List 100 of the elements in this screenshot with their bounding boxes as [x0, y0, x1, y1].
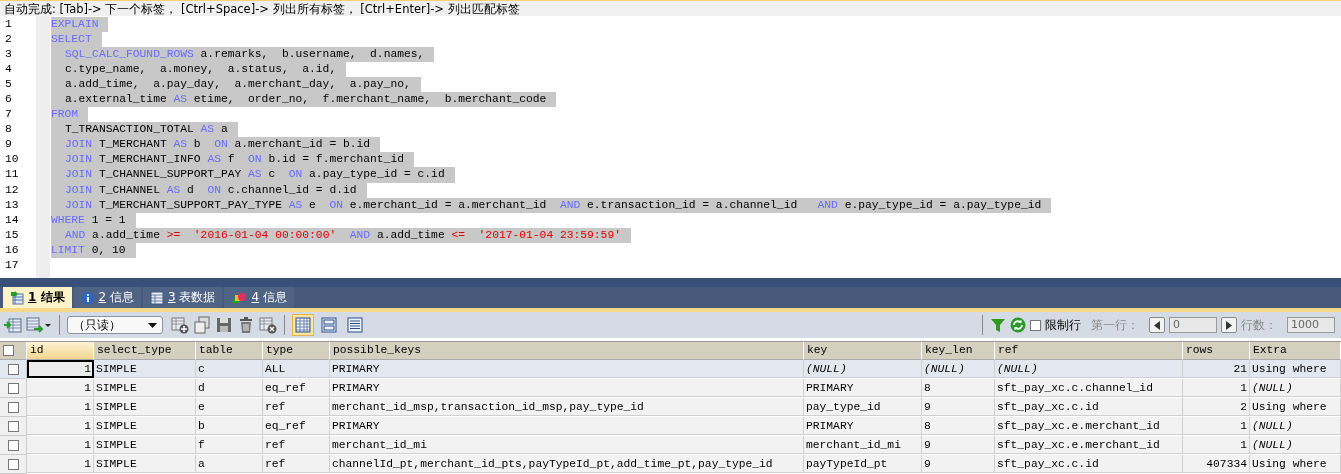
- line-number: 8: [4, 122, 13, 138]
- delete-table-icon[interactable]: [259, 316, 277, 334]
- column-header[interactable]: id: [27, 342, 94, 360]
- result-tab[interactable]: 2 信息: [73, 287, 141, 308]
- line-number: 2: [4, 32, 13, 48]
- table-cell: SIMPLE: [94, 417, 196, 435]
- refresh-icon[interactable]: [1010, 317, 1026, 333]
- row-count-field[interactable]: 1000: [1287, 317, 1335, 333]
- right-arrow-icon: [1226, 320, 1232, 330]
- table-cell: payTypeId_pt: [804, 455, 922, 473]
- table-cell: 1: [27, 455, 94, 473]
- column-header[interactable]: possible_keys: [330, 342, 804, 360]
- column-header[interactable]: key_len: [922, 342, 995, 360]
- row-count-label: 行数：: [1241, 316, 1277, 334]
- table-arrow-icon: [10, 290, 24, 305]
- first-row-field[interactable]: 0: [1169, 317, 1217, 333]
- result-tab[interactable]: 1 结果: [3, 287, 72, 308]
- line-number: 1: [4, 17, 13, 32]
- table-cell: sft_pay_xc.c.id: [995, 455, 1183, 473]
- table-cell: ref: [263, 455, 330, 473]
- table-cell: c: [196, 360, 263, 378]
- table-cell: sft_pay_xc.c.id: [995, 398, 1183, 416]
- grid-icon: [295, 317, 311, 333]
- line-number: 9: [4, 137, 13, 153]
- table-cell: PRIMARY: [804, 379, 922, 397]
- select-all-checkbox[interactable]: [3, 345, 14, 356]
- first-row-label: 第一行：: [1091, 316, 1139, 334]
- table-cell: 407334: [1183, 455, 1250, 473]
- table-cell: Using where: [1250, 398, 1341, 416]
- next-button[interactable]: [1221, 317, 1237, 333]
- table-cell: 1: [27, 398, 94, 416]
- table-cell: PRIMARY: [330, 417, 804, 435]
- table-cell: Using where: [1250, 360, 1341, 378]
- column-header[interactable]: type: [263, 342, 330, 360]
- column-header[interactable]: key: [804, 342, 922, 360]
- line-number: 6: [4, 92, 13, 108]
- table-cell: b: [196, 417, 263, 435]
- table-cell: 9: [922, 398, 995, 416]
- list-icon: [347, 317, 363, 333]
- row-checkbox[interactable]: [7, 420, 19, 432]
- export-dropdown-icon[interactable]: [26, 316, 52, 334]
- table-cell: (NULL): [1250, 417, 1341, 435]
- save-icon[interactable]: [215, 316, 233, 334]
- table-cell: 9: [922, 436, 995, 454]
- row-checkbox[interactable]: [7, 401, 19, 413]
- table-cell: ref: [263, 398, 330, 416]
- shapes-icon: [231, 290, 248, 305]
- line-number: 3: [4, 47, 13, 63]
- table-cell: SIMPLE: [94, 379, 196, 397]
- line-number: 14: [4, 212, 20, 228]
- table-cell: ref: [263, 436, 330, 454]
- table-cell: sft_pay_xc.e.merchant_id: [995, 417, 1183, 435]
- add-row-icon[interactable]: [4, 316, 22, 334]
- result-tab[interactable]: 4 信息: [224, 287, 294, 308]
- table-cell: SIMPLE: [94, 436, 196, 454]
- form-view-button[interactable]: [318, 314, 340, 336]
- table-icon: [150, 290, 164, 305]
- row-checkbox[interactable]: [7, 439, 19, 451]
- table-cell: merchant_id_mi: [330, 436, 804, 454]
- line-number: 13: [4, 197, 20, 213]
- row-checkbox[interactable]: [7, 382, 19, 394]
- table-cell: a: [196, 455, 263, 473]
- table-cell: 1: [27, 360, 94, 378]
- limit-rows-checkbox[interactable]: [1030, 319, 1041, 331]
- column-header[interactable]: Extra: [1250, 342, 1341, 360]
- table-cell: merchant_id_msp,transaction_id_msp,pay_type_id: [330, 398, 804, 416]
- result-tab[interactable]: 3 表数据: [143, 287, 223, 308]
- table-cell: 8: [922, 379, 995, 397]
- table-cell: SIMPLE: [94, 455, 196, 473]
- column-header[interactable]: table: [196, 342, 263, 360]
- table-cell: 1: [27, 417, 94, 435]
- add-table-icon[interactable]: [171, 316, 189, 334]
- table-cell: PRIMARY: [330, 379, 804, 397]
- grid-view-button[interactable]: [292, 314, 314, 336]
- table-cell: eq_ref: [263, 379, 330, 397]
- line-number: 4: [4, 62, 13, 78]
- autocomplete-hint: 自动完成: [Tab]-> 下一个标签， [Ctrl+Space]-> 列出所有标签， [Ctrl+Enter]-> 列出匹配标签: [0, 0, 1341, 16]
- table-cell: merchant_id_mi: [804, 436, 922, 454]
- table-cell: 1: [1183, 379, 1250, 397]
- table-cell: Using where: [1250, 455, 1341, 473]
- table-cell: eq_ref: [263, 417, 330, 435]
- trash-icon[interactable]: [237, 316, 255, 334]
- table-cell: (NULL): [995, 360, 1183, 378]
- column-header[interactable]: ref: [995, 342, 1183, 360]
- caret-icon: [148, 322, 157, 328]
- line-number: 16: [4, 242, 20, 258]
- column-header[interactable]: select_type: [94, 342, 196, 360]
- filter-icon[interactable]: [990, 317, 1006, 333]
- table-cell: (NULL): [804, 360, 922, 378]
- table-cell: d: [196, 379, 263, 397]
- text-view-button[interactable]: [344, 314, 366, 336]
- line-number: 7: [4, 107, 13, 123]
- limit-rows-label: 限制行: [1045, 316, 1081, 334]
- previous-button[interactable]: [1149, 317, 1165, 333]
- column-header[interactable]: rows: [1183, 342, 1250, 360]
- row-checkbox[interactable]: [7, 363, 19, 375]
- row-checkbox[interactable]: [7, 458, 19, 470]
- copy-icon[interactable]: [193, 316, 211, 334]
- mode-dropdown[interactable]: （只读）: [67, 316, 163, 334]
- table-cell: 1: [1183, 417, 1250, 435]
